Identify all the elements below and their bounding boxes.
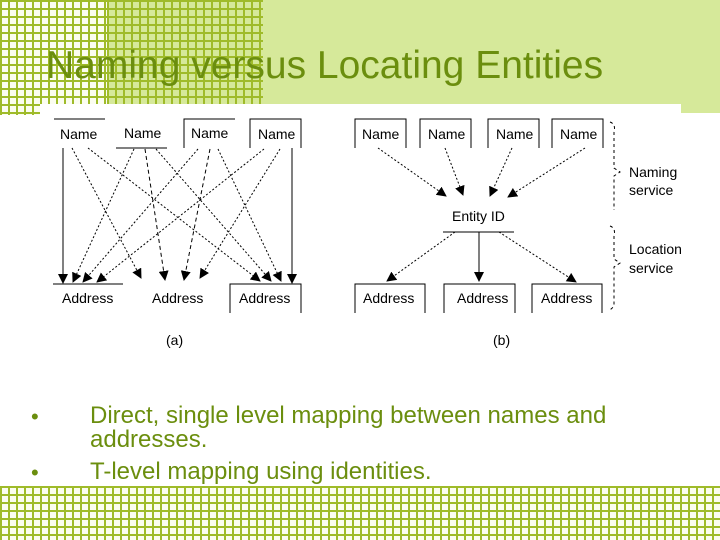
- arrow-dotted: [87, 147, 261, 282]
- caption-b: (b): [493, 332, 510, 348]
- arrow-dotted: [377, 147, 447, 197]
- naming-service-label-2: service: [629, 182, 674, 198]
- address-label: Address: [152, 290, 203, 306]
- name-box-b-2: Name: [419, 118, 472, 148]
- address-box-a-3: Address: [229, 283, 302, 313]
- name-label: Name: [362, 126, 400, 142]
- name-box-a-1: Name: [54, 118, 105, 142]
- arrow-dotted: [507, 147, 586, 198]
- name-label: Name: [258, 126, 296, 142]
- name-label: Name: [428, 126, 466, 142]
- entity-id-label: Entity ID: [452, 208, 505, 224]
- arrow-dotted: [72, 148, 135, 283]
- address-label: Address: [541, 290, 592, 306]
- entity-id-box: Entity ID: [443, 208, 514, 233]
- location-service-brace: [607, 225, 621, 311]
- bullet-text: Direct, single level mapping between nam…: [90, 404, 710, 452]
- arrow-dotted: [217, 148, 282, 282]
- arrow-dotted: [96, 148, 265, 283]
- address-box-b-3: Address: [531, 283, 603, 313]
- address-label: Address: [62, 290, 113, 306]
- address-label: Address: [239, 290, 290, 306]
- address-label: Address: [457, 290, 508, 306]
- bullet-line: T-level mapping using identities.: [90, 458, 432, 485]
- name-box-b-3: Name: [487, 118, 540, 148]
- name-box-a-3: Name: [183, 118, 235, 148]
- name-label: Name: [560, 126, 598, 142]
- arrow-dashed: [144, 148, 169, 281]
- arrow-dotted: [489, 147, 513, 197]
- name-box-b-1: Name: [354, 118, 407, 148]
- naming-service-label-1: Naming: [629, 164, 677, 180]
- address-box-a-2: Address: [152, 290, 203, 306]
- name-label: Name: [191, 125, 229, 141]
- name-label: Name: [60, 126, 98, 142]
- name-label: Name: [496, 126, 534, 142]
- arrow-dotted: [71, 147, 142, 279]
- bullet-line: addresses.: [90, 426, 208, 453]
- arrow-dotted: [444, 147, 465, 196]
- bullet-marker: •: [31, 404, 39, 429]
- address-label: Address: [363, 290, 414, 306]
- bullet-line: Direct, single level mapping between nam…: [90, 402, 607, 429]
- bullet-marker: •: [31, 460, 39, 485]
- location-service-label-2: service: [629, 260, 674, 276]
- address-box-a-1: Address: [53, 283, 123, 306]
- bullet-text: T-level mapping using identities.: [90, 460, 710, 484]
- arrow-dotted: [386, 231, 456, 282]
- name-label: Name: [124, 125, 162, 141]
- arrow-dotted: [82, 148, 199, 283]
- name-box-a-2: Name: [116, 125, 167, 149]
- name-box-b-4: Name: [551, 118, 604, 148]
- location-service-label-1: Location: [629, 241, 682, 257]
- diagram-a: Name Name Name Name Address Address Addr…: [53, 118, 302, 348]
- diagram-b: Name Name Name Name Entity ID Address Ad…: [354, 118, 682, 348]
- address-box-b-1: Address: [354, 283, 426, 313]
- caption-a: (a): [166, 332, 183, 348]
- arrow-dotted: [498, 231, 577, 283]
- arrow-dotted: [155, 148, 272, 282]
- address-box-b-2: Address: [443, 283, 516, 313]
- arrow-dashed: [180, 148, 211, 281]
- name-box-a-4: Name: [249, 118, 302, 148]
- naming-service-brace: [609, 121, 621, 210]
